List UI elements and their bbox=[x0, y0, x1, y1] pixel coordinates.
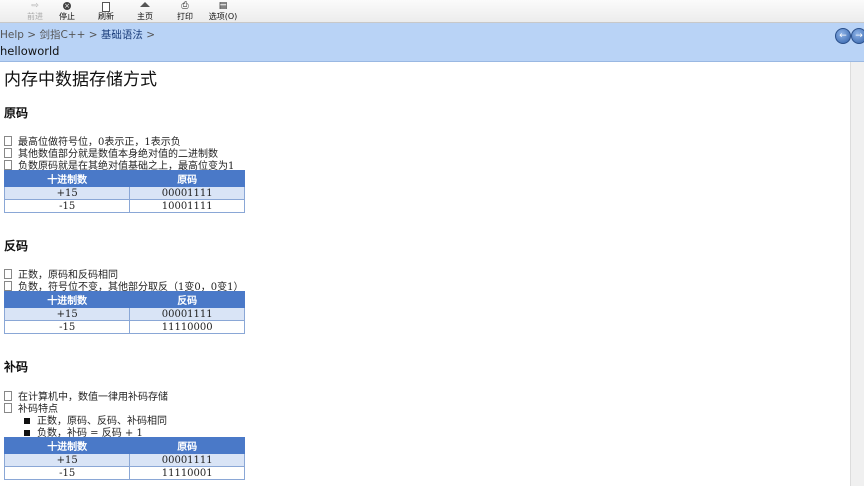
page-icon bbox=[4, 403, 12, 413]
breadcrumb-link-basics[interactable]: 基础语法 bbox=[101, 29, 143, 41]
options-button[interactable]: ▤ 选项(O) bbox=[204, 0, 242, 22]
stop-button[interactable]: × 停止 bbox=[52, 0, 82, 22]
data-table: 十进制数 原码 +15 00001111 -15 11110001 bbox=[3, 437, 245, 480]
vertical-scrollbar[interactable] bbox=[850, 62, 864, 486]
options-icon: ▤ bbox=[218, 1, 228, 11]
page-icon bbox=[4, 160, 12, 170]
refresh-button[interactable]: 刷新 bbox=[91, 0, 121, 22]
toolbar: ⇨ 前进 × 停止 刷新 主页 ⎙ 打印 ▤ 选项(O) bbox=[0, 0, 864, 23]
topic-header: Help > 剑指C++ > 基础语法 > helloworld ← → bbox=[0, 23, 864, 62]
breadcrumb-separator: > bbox=[27, 29, 37, 41]
table-row: +15 00001111 bbox=[3, 307, 245, 321]
back-arrow-icon: ← bbox=[839, 31, 847, 41]
forward-arrow-icon: ⇨ bbox=[31, 1, 39, 11]
forward-nav-button[interactable]: → bbox=[851, 28, 864, 44]
table-header: 原码 bbox=[129, 437, 245, 454]
topic-title: helloworld bbox=[0, 44, 60, 58]
forward-arrow-icon: → bbox=[855, 31, 863, 41]
breadcrumb-separator: > bbox=[146, 29, 156, 41]
print-icon: ⎙ bbox=[181, 1, 189, 11]
page-icon bbox=[4, 281, 12, 291]
refresh-icon bbox=[102, 2, 110, 12]
forward-button[interactable]: ⇨ 前进 bbox=[20, 0, 50, 22]
print-button[interactable]: ⎙ 打印 bbox=[170, 0, 200, 22]
table-header: 十进制数 bbox=[3, 170, 131, 187]
breadcrumb-link-help[interactable]: Help bbox=[0, 29, 24, 41]
table-row: +15 00001111 bbox=[3, 186, 245, 200]
table-header: 原码 bbox=[129, 170, 245, 187]
table-header: 十进制数 bbox=[3, 437, 131, 454]
table-row: -15 11110000 bbox=[3, 320, 245, 334]
table-row: -15 11110001 bbox=[3, 466, 245, 480]
home-icon bbox=[140, 2, 150, 7]
back-nav-button[interactable]: ← bbox=[835, 28, 851, 44]
data-table: 十进制数 原码 +15 00001111 -15 10001111 bbox=[3, 170, 245, 213]
table-row: +15 00001111 bbox=[3, 453, 245, 467]
section-heading-fanma: 反码 bbox=[4, 239, 29, 253]
breadcrumb: Help > 剑指C++ > 基础语法 > bbox=[0, 27, 155, 42]
square-bullet-icon bbox=[24, 430, 30, 436]
data-table: 十进制数 反码 +15 00001111 -15 11110000 bbox=[3, 291, 245, 334]
page-title: 内存中数据存储方式 bbox=[4, 70, 157, 90]
table-header: 反码 bbox=[129, 291, 245, 308]
section-heading-buma: 补码 bbox=[4, 360, 29, 374]
breadcrumb-link-cpp[interactable]: 剑指C++ bbox=[39, 29, 85, 41]
section-heading-yuanma: 原码 bbox=[4, 106, 29, 120]
breadcrumb-separator: > bbox=[88, 29, 98, 41]
table-row: -15 10001111 bbox=[3, 199, 245, 213]
stop-icon: × bbox=[63, 2, 71, 10]
table-header: 十进制数 bbox=[3, 291, 131, 308]
content-area: 内存中数据存储方式 原码 最高位做符号位，0表示正，1表示负 其他数值部分就是数… bbox=[0, 62, 850, 486]
home-button[interactable]: 主页 bbox=[130, 0, 160, 22]
